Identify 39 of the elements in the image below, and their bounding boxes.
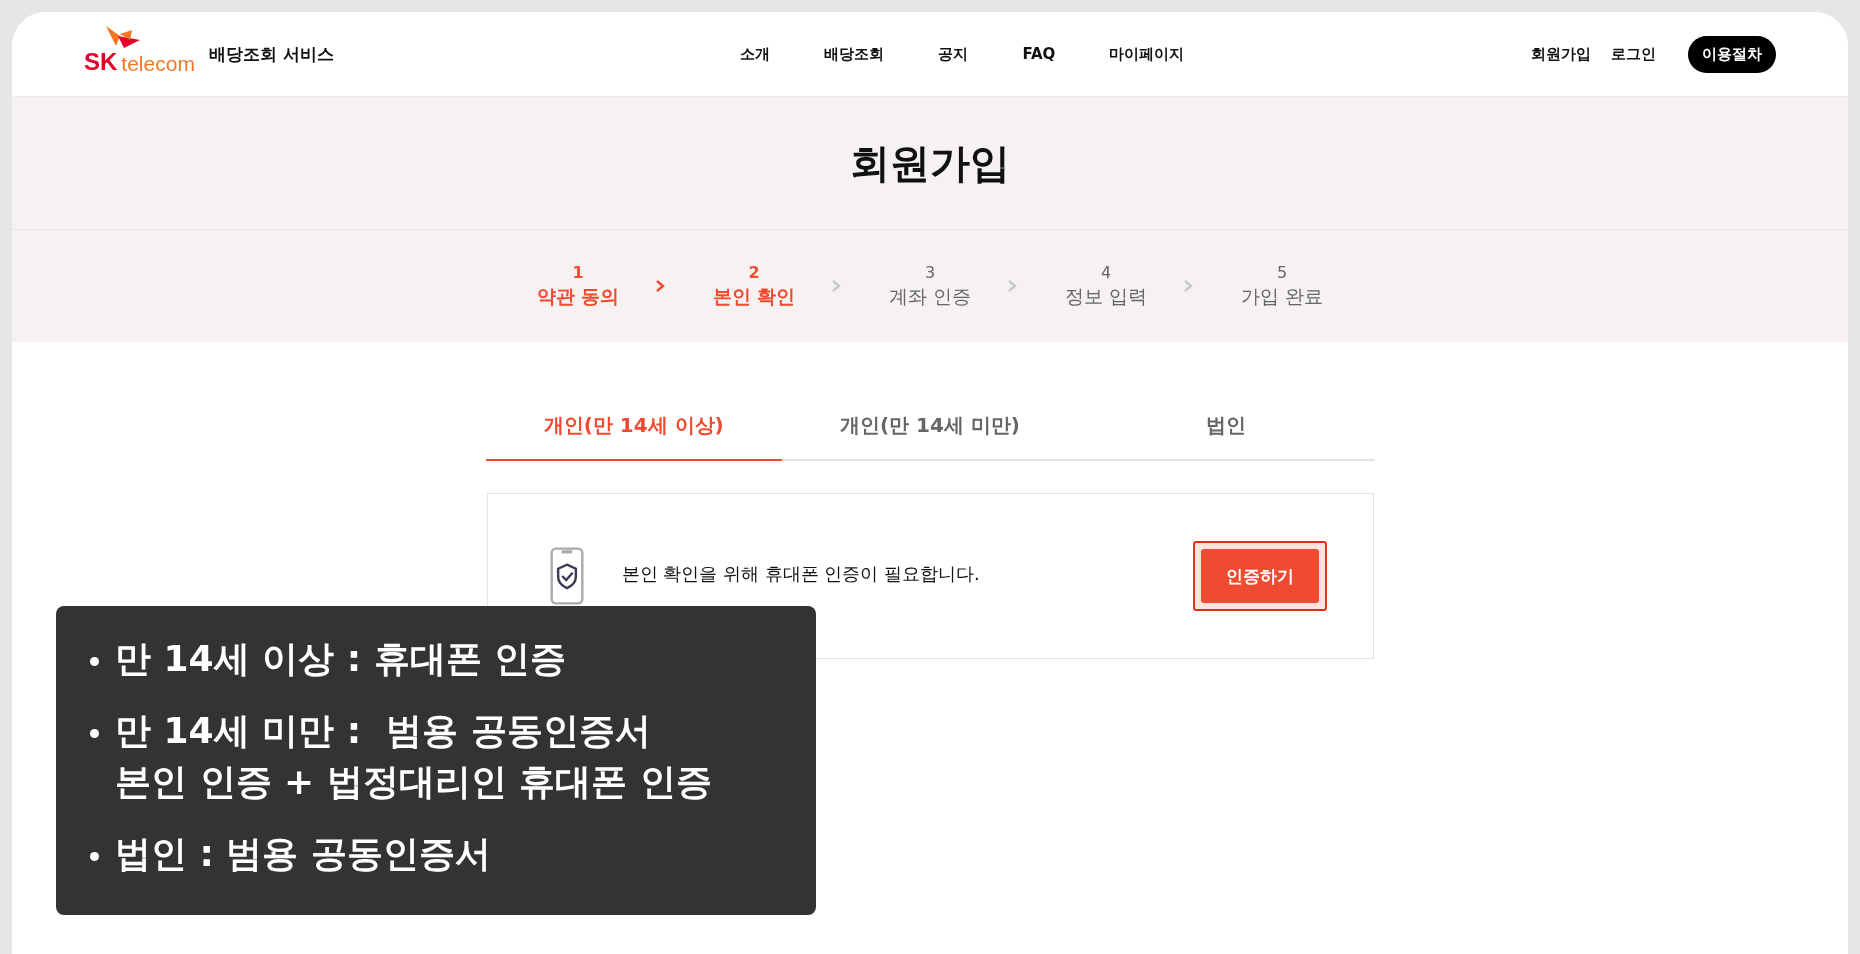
chevron-icon <box>830 279 842 293</box>
nav-link[interactable]: 소개 <box>740 44 771 64</box>
step-number: 2 <box>748 262 760 282</box>
step-number: 1 <box>572 262 584 282</box>
step-number: 4 <box>1100 262 1112 282</box>
step-number: 5 <box>1276 262 1288 282</box>
step-label: 약관 동의 <box>536 283 620 309</box>
verify-button[interactable]: 인증하기 <box>1200 549 1319 603</box>
page-title: 회원가입 <box>850 138 1010 188</box>
step-number: 3 <box>924 262 936 282</box>
logo-subtitle: telecom <box>121 53 195 74</box>
step-label: 가입 완료 <box>1240 283 1323 309</box>
nav-link[interactable]: 마이페이지 <box>1109 44 1185 64</box>
nav-link[interactable]: 배당조회 <box>824 44 885 64</box>
callout-text: 만 14세 미만 : 범용 공동인증서 본인 인증 + 법정대리인 휴대폰 인증 <box>115 709 712 804</box>
chevron-icon <box>654 279 666 293</box>
bullet-icon <box>90 657 99 666</box>
header-link[interactable]: 회원가입 <box>1531 44 1591 64</box>
chevron-icon <box>1182 279 1194 293</box>
nav-link[interactable]: 공지 <box>938 44 969 64</box>
chevron-icon <box>1006 279 1018 293</box>
phone-shield-icon <box>549 547 584 605</box>
nav-link[interactable]: FAQ <box>1022 44 1056 64</box>
step-label: 계좌 인증 <box>888 283 971 309</box>
bullet-icon <box>90 852 99 862</box>
logo-brand: SK <box>84 50 118 74</box>
verification-message: 본인 확인을 위해 휴대폰 인증이 필요합니다. <box>621 562 981 586</box>
procedure-button[interactable]: 이용절차 <box>1688 35 1776 73</box>
header-link[interactable]: 로그인 <box>1611 44 1656 64</box>
logo[interactable]: SK telecom <box>84 26 195 74</box>
tab[interactable]: 법인 <box>1078 398 1375 461</box>
bullet-icon <box>90 729 99 739</box>
service-name: 배당조회 서비스 <box>208 42 334 66</box>
step-label: 정보 입력 <box>1064 283 1147 309</box>
callout-text: 만 14세 이상 : 휴대폰 인증 <box>115 637 567 681</box>
tab[interactable]: 개인(만 14세 미만) <box>781 398 1079 461</box>
tab[interactable]: 개인(만 14세 이상) <box>485 398 782 461</box>
step-label: 본인 확인 <box>712 283 796 309</box>
callout-text: 법인 : 범용 공동인증서 <box>115 832 491 877</box>
